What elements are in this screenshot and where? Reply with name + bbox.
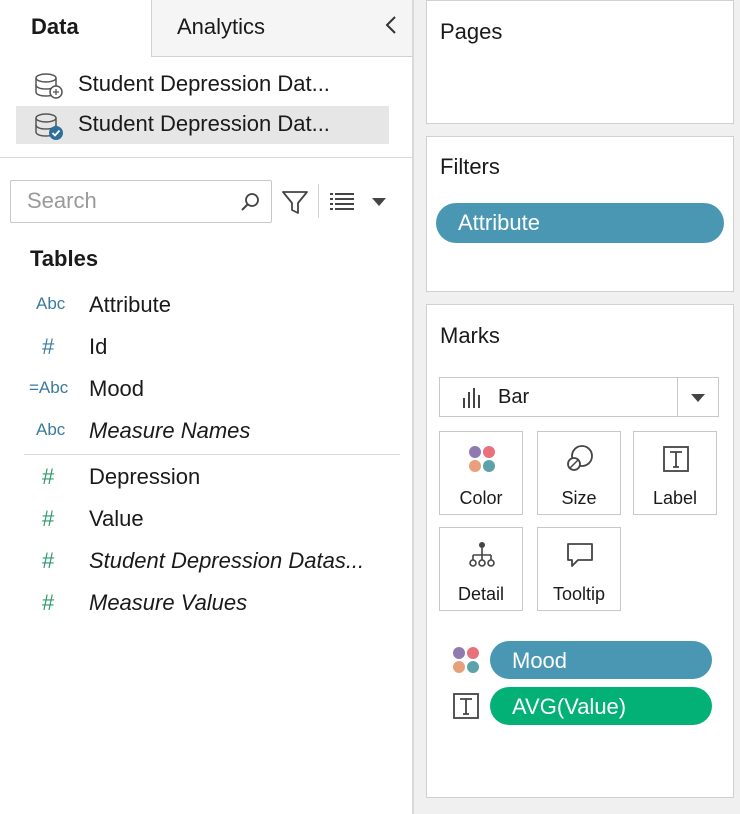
divider — [0, 157, 412, 158]
divider — [677, 378, 678, 416]
field-name: Depression — [89, 464, 201, 489]
filter-icon[interactable] — [280, 188, 310, 218]
label-button-label: Label — [652, 488, 698, 508]
divider — [318, 184, 319, 218]
search-box[interactable] — [10, 180, 272, 223]
color-palette-icon — [469, 446, 495, 472]
tab-analytics[interactable]: Analytics — [151, 0, 413, 57]
field-measure-names[interactable]: Abc Measure Names — [0, 412, 400, 452]
filters-card[interactable]: Filters Attribute — [426, 136, 734, 292]
tab-analytics-label: Analytics — [177, 14, 266, 39]
divider — [24, 454, 400, 455]
mark-type-label: Bar — [498, 386, 530, 408]
filter-pill-attribute[interactable]: Attribute — [436, 203, 724, 243]
data-source-name: Student Depression Dat... — [78, 111, 330, 136]
marks-pill-mood[interactable]: Mood — [490, 641, 712, 679]
data-source-name: Student Depression Dat... — [78, 71, 330, 96]
data-source-item[interactable]: Student Depression Dat... — [16, 66, 389, 104]
number-type-icon: # — [42, 334, 55, 359]
field-name: Measure Names — [89, 418, 251, 443]
number-type-icon: # — [42, 464, 55, 489]
tab-data-label: Data — [31, 14, 79, 39]
marks-card[interactable]: Marks Bar Color Size Label Detail Toolti… — [426, 304, 734, 798]
search-input[interactable] — [27, 189, 227, 213]
string-type-icon: Abc — [36, 420, 66, 439]
text-label-icon — [453, 693, 479, 719]
label-button[interactable]: Label — [633, 431, 717, 515]
field-id[interactable]: # Id — [0, 328, 400, 368]
field-mood[interactable]: =Abc Mood — [0, 370, 400, 410]
color-palette-icon — [453, 647, 479, 673]
field-attribute[interactable]: Abc Attribute — [0, 286, 400, 326]
color-button-label: Color — [459, 488, 503, 508]
size-button-label: Size — [561, 488, 597, 508]
field-record-count[interactable]: # Student Depression Datas... — [0, 542, 400, 582]
field-name: Measure Values — [89, 590, 248, 615]
tooltip-button[interactable]: Tooltip — [537, 527, 621, 611]
data-pane: Data Analytics Student Depression Dat...… — [0, 0, 413, 814]
chevron-left-icon[interactable] — [381, 13, 401, 37]
field-name: Attribute — [89, 292, 171, 317]
field-name: Id — [89, 334, 108, 359]
field-depression[interactable]: # Depression — [0, 458, 400, 498]
database-link-icon — [35, 73, 63, 99]
size-button[interactable]: Size — [537, 431, 621, 515]
field-value[interactable]: # Value — [0, 500, 400, 540]
filters-title: Filters — [440, 154, 500, 179]
number-type-icon: # — [42, 548, 55, 573]
color-button[interactable]: Color — [439, 431, 523, 515]
marks-title: Marks — [440, 323, 500, 348]
cards-pane: Pages Filters Attribute Marks Bar Color … — [414, 0, 740, 814]
pill-label: Attribute — [458, 210, 540, 235]
detail-button[interactable]: Detail — [439, 527, 523, 611]
mark-type-dropdown[interactable]: Bar — [439, 377, 719, 417]
number-type-icon: # — [42, 590, 55, 615]
pages-title: Pages — [440, 19, 503, 44]
tooltip-icon — [567, 543, 593, 567]
pill-label: AVG(Value) — [512, 694, 627, 719]
text-label-icon — [663, 446, 689, 472]
tables-header: Tables — [30, 246, 99, 271]
pill-label: Mood — [512, 648, 568, 673]
tooltip-button-label: Tooltip — [552, 584, 606, 604]
list-view-icon[interactable] — [328, 190, 356, 214]
detail-button-label: Detail — [457, 584, 505, 604]
field-name: Student Depression Datas... — [89, 548, 365, 573]
detail-icon — [469, 542, 495, 567]
bar-chart-icon — [463, 388, 480, 408]
search-icon[interactable] — [239, 191, 261, 213]
field-name: Value — [89, 506, 144, 531]
database-check-icon — [35, 113, 63, 140]
field-name: Mood — [89, 376, 145, 401]
field-measure-values[interactable]: # Measure Values — [0, 584, 400, 624]
tab-data[interactable]: Data — [0, 0, 150, 57]
chevron-down-icon — [691, 394, 705, 402]
size-icon — [567, 445, 593, 471]
string-type-icon: Abc — [36, 294, 66, 313]
chevron-down-icon[interactable] — [370, 196, 388, 208]
pages-card[interactable]: Pages — [426, 0, 734, 124]
marks-pill-avg-value[interactable]: AVG(Value) — [490, 687, 712, 725]
data-source-item-selected[interactable]: Student Depression Dat... — [16, 106, 389, 144]
number-type-icon: # — [42, 506, 55, 531]
calculated-string-type-icon: =Abc — [29, 378, 69, 397]
